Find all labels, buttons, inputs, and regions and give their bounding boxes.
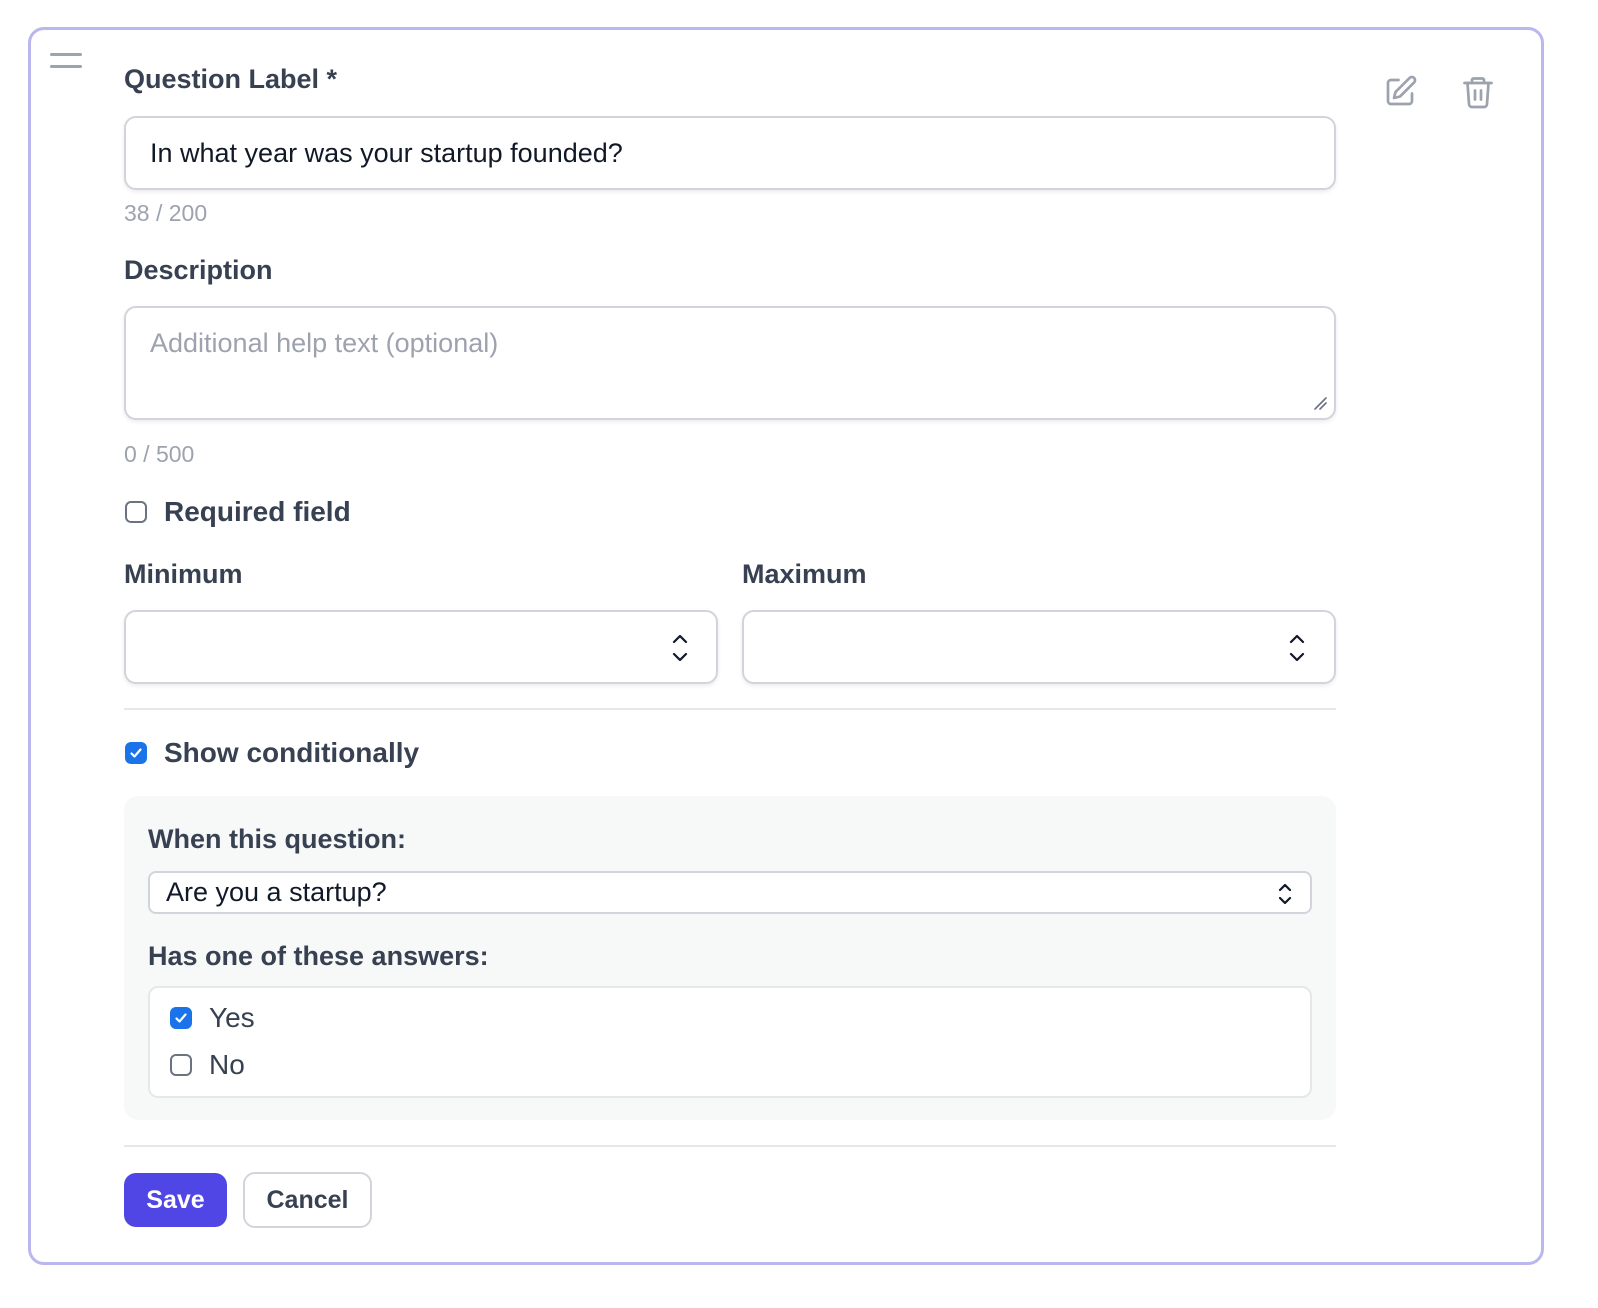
minimum-input[interactable] — [124, 610, 718, 684]
trash-icon[interactable] — [1458, 72, 1498, 112]
drag-handle-icon[interactable] — [50, 53, 82, 75]
answers-label: Has one of these answers: — [148, 941, 489, 971]
checkmark-icon — [175, 1013, 187, 1023]
condition-question-select[interactable]: Are you a startup? — [148, 871, 1312, 914]
divider — [124, 708, 1336, 710]
when-question-label: When this question: — [148, 824, 406, 854]
answer-no-label: No — [209, 1049, 245, 1080]
edit-icon[interactable] — [1380, 72, 1420, 112]
resize-grip-icon[interactable] — [1312, 395, 1328, 411]
minimum-heading: Minimum — [124, 559, 243, 589]
condition-question-value: Are you a startup? — [166, 877, 387, 907]
description-heading: Description — [124, 255, 273, 285]
maximum-heading: Maximum — [742, 559, 867, 589]
question-label-input[interactable] — [124, 116, 1336, 190]
chevron-up-down-icon — [1278, 883, 1292, 905]
divider — [124, 1145, 1336, 1147]
answers-list — [148, 986, 1312, 1098]
answer-yes-checkbox[interactable] — [170, 1007, 192, 1029]
chevron-up-down-icon[interactable] — [1285, 630, 1309, 666]
description-counter: 0 / 500 — [124, 441, 195, 467]
answer-yes-label: Yes — [209, 1002, 255, 1033]
chevron-up-down-icon[interactable] — [668, 630, 692, 666]
show-conditionally-checkbox[interactable] — [125, 742, 147, 764]
required-field-checkbox[interactable] — [125, 501, 147, 523]
checkmark-icon — [130, 748, 142, 758]
required-field-label: Required field — [164, 496, 351, 527]
answer-no-checkbox[interactable] — [170, 1054, 192, 1076]
question-label-heading: Question Label * — [124, 64, 338, 94]
save-button[interactable]: Save — [124, 1173, 227, 1227]
cancel-button[interactable]: Cancel — [243, 1172, 372, 1228]
show-conditionally-label: Show conditionally — [164, 737, 420, 768]
description-textarea[interactable] — [124, 306, 1336, 420]
question-label-counter: 38 / 200 — [124, 200, 208, 226]
maximum-input[interactable] — [742, 610, 1336, 684]
